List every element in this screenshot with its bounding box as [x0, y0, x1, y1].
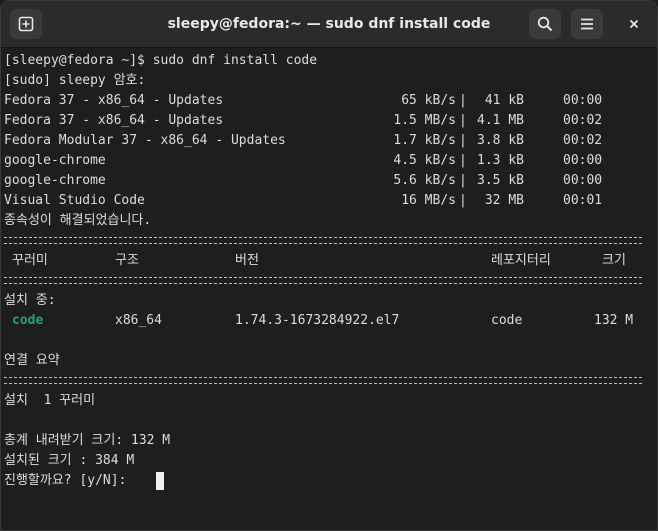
repo-line: google-chrome 5.6 kB/s | 3.5 kB 00:00	[4, 173, 603, 188]
package-row: code x86_64 1.74.3-1673284922.el7 code 1…	[4, 311, 644, 331]
package-table-header: 꾸러미 구조 버전 레포지터리 크기	[4, 251, 644, 271]
dependencies-resolved-message: 종속성이 해결되었습니다.	[4, 213, 152, 228]
installing-label: 설치 중:	[4, 293, 56, 308]
close-button[interactable]	[619, 9, 649, 39]
confirm-prompt: 진행할까요? [y/N]:	[4, 473, 127, 488]
package-size: 132 M	[594, 313, 634, 328]
installed-size: 설치된 크기 : 384 M	[4, 453, 135, 468]
repo-line: Fedora 37 - x86_64 - Updates 1.5 MB/s | …	[4, 113, 603, 128]
command-line: [sleepy@fedora ~]$ sudo dnf install code	[4, 53, 318, 68]
new-tab-button[interactable]	[10, 9, 42, 39]
repo-line: Visual Studio Code 16 MB/s | 32 MB 00:01	[4, 193, 603, 208]
package-version: 1.74.3-1673284922.el7	[235, 313, 400, 328]
search-icon	[537, 16, 553, 32]
terminal-output[interactable]: [sleepy@fedora ~]$ sudo dnf install code…	[4, 51, 656, 529]
header-package: 꾸러미	[12, 253, 48, 268]
close-icon	[629, 19, 639, 29]
search-button[interactable]	[529, 9, 561, 39]
header-size: 크기	[602, 253, 626, 268]
separator-rule	[4, 377, 642, 384]
separator-rule	[4, 237, 642, 244]
install-count: 설치 1 꾸러미	[4, 393, 96, 408]
package-arch: x86_64	[115, 313, 162, 328]
header-version: 버전	[235, 253, 259, 268]
repo-line: google-chrome 4.5 kB/s | 1.3 kB 00:00	[4, 153, 603, 168]
repo-line: Fedora Modular 37 - x86_64 - Updates 1.7…	[4, 133, 603, 148]
terminal-window: sleepy@fedora:~ — sudo dnf install code …	[0, 0, 658, 531]
total-download-size: 총계 내려받기 크기: 132 M	[4, 433, 171, 448]
hamburger-menu-icon	[581, 18, 593, 30]
menu-button[interactable]	[571, 9, 603, 39]
repo-line: Fedora 37 - x86_64 - Updates 65 kB/s | 4…	[4, 93, 603, 108]
separator-rule	[4, 277, 642, 284]
transaction-summary-heading: 연결 요약	[4, 353, 60, 368]
header-arch: 구조	[115, 253, 139, 268]
header-repository: 레포지터리	[491, 253, 551, 268]
title-bar: sleepy@fedora:~ — sudo dnf install code	[1, 1, 657, 48]
sudo-password-prompt: [sudo] sleepy 암호:	[4, 73, 146, 88]
text-cursor	[156, 472, 164, 490]
package-repository: code	[491, 313, 523, 328]
package-name: code	[12, 313, 44, 328]
new-tab-icon	[18, 16, 34, 32]
